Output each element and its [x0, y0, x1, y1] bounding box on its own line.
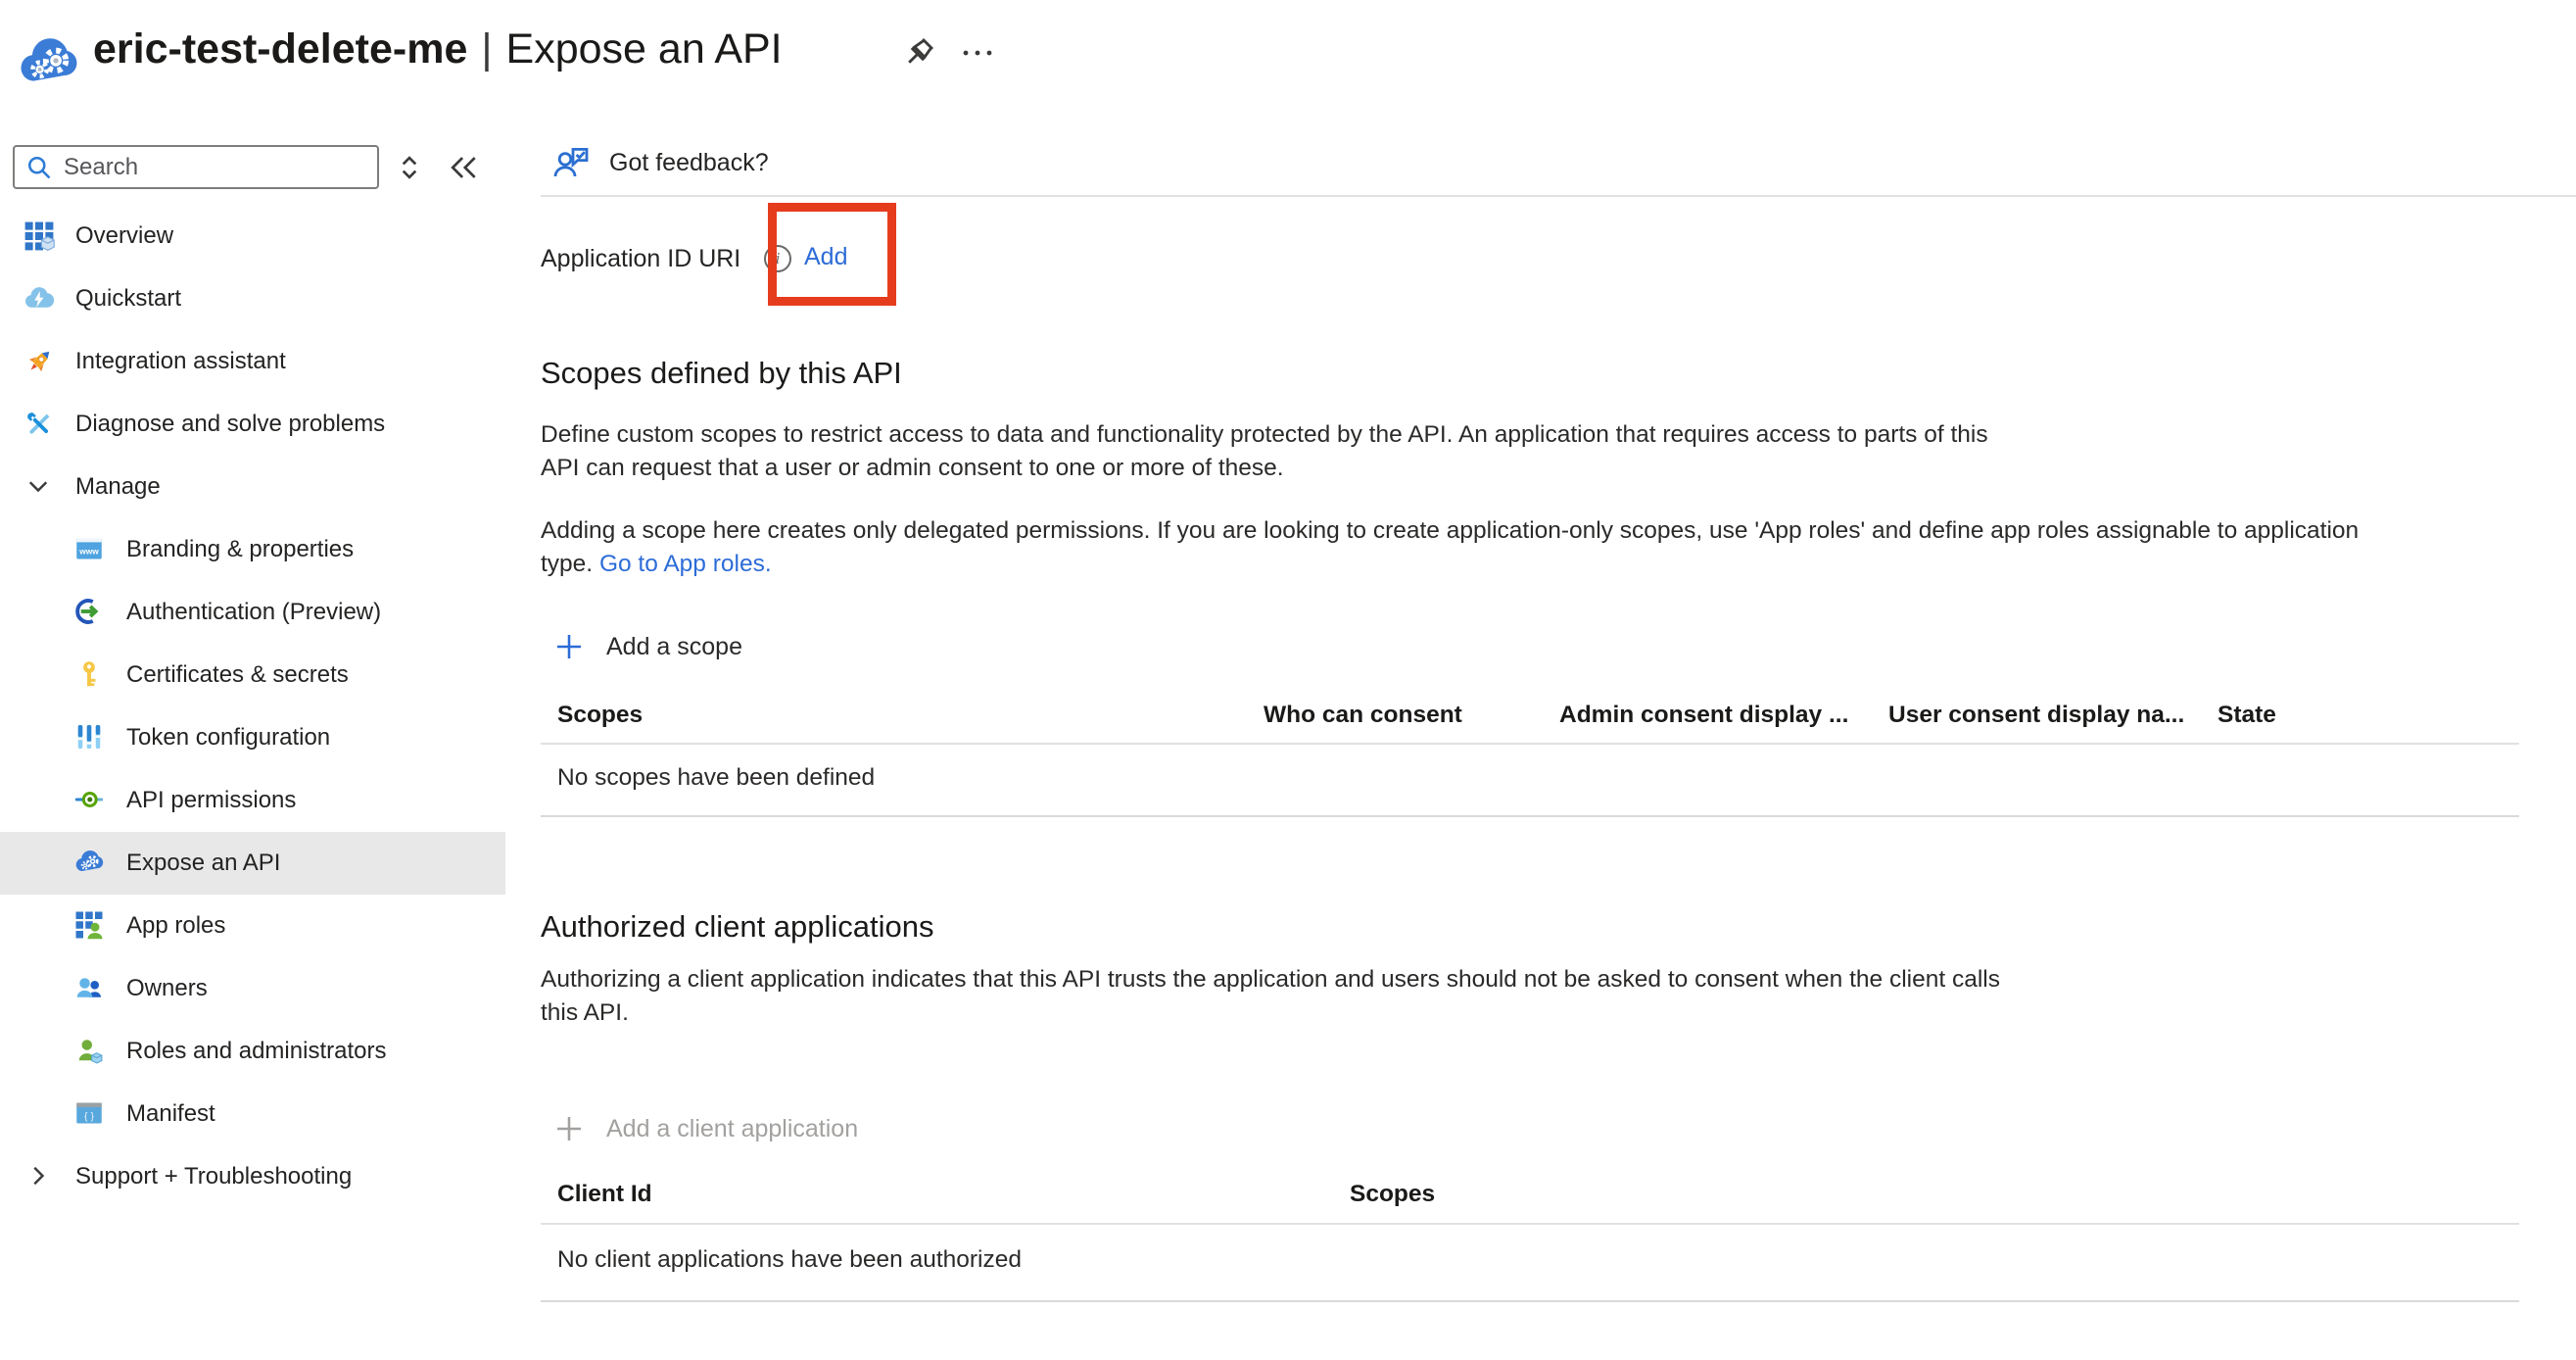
app-roles-icon	[74, 910, 106, 942]
scopes-col-admin-consent: Admin consent display ...	[1559, 702, 1848, 729]
sidebar-item-overview[interactable]: Overview	[0, 205, 505, 267]
sliders-icon	[74, 722, 106, 753]
add-a-scope-button[interactable]: Add a scope	[553, 631, 742, 662]
sidebar-item-roles-administrators[interactable]: Roles and administrators	[0, 1020, 505, 1083]
clients-table-divider	[541, 1223, 2519, 1225]
scopes-description-line1: Define custom scopes to restrict access …	[541, 421, 1988, 449]
svg-text:www: www	[78, 547, 99, 557]
clients-description-line1: Authorizing a client application indicat…	[541, 966, 2000, 994]
plus-icon-disabled	[553, 1113, 585, 1144]
clients-col-scopes: Scopes	[1350, 1181, 1435, 1208]
application-id-uri-label: Application ID URI	[541, 245, 740, 273]
sidebar-item-token-configuration[interactable]: Token configuration	[0, 706, 505, 769]
feedback-icon	[551, 143, 591, 182]
sidebar-item-diagnose[interactable]: Diagnose and solve problems	[0, 393, 505, 456]
svg-text:{ }: { }	[84, 1110, 94, 1122]
scopes-col-state: State	[2218, 702, 2276, 729]
pin-icon[interactable]	[897, 31, 940, 74]
annotation-red-box	[768, 203, 896, 306]
go-to-app-roles-link[interactable]: Go to App roles.	[599, 551, 772, 577]
scopes-col-who-can-consent: Who can consent	[1264, 702, 1462, 729]
clients-description-line2: this API.	[541, 999, 629, 1027]
scopes-section-heading: Scopes defined by this API	[541, 356, 902, 391]
rocket-icon	[24, 346, 55, 377]
sidebar-item-expose-an-api[interactable]: Expose an API	[0, 832, 505, 895]
app-registration-icon	[18, 32, 78, 93]
manifest-icon: { }	[74, 1098, 106, 1130]
clients-col-client-id: Client Id	[557, 1181, 652, 1208]
scopes-table-divider	[541, 743, 2519, 745]
feedback-label: Got feedback?	[609, 149, 769, 177]
tools-icon	[24, 409, 55, 440]
scopes-col-scopes: Scopes	[557, 702, 643, 729]
sidebar-item-owners[interactable]: Owners	[0, 957, 505, 1020]
chevron-down-icon	[24, 471, 55, 503]
toolbar-divider	[541, 195, 2576, 197]
sidebar-item-api-permissions[interactable]: API permissions	[0, 769, 505, 832]
api-permissions-icon	[74, 785, 106, 816]
search-input[interactable]	[13, 145, 379, 189]
plus-icon	[553, 631, 585, 662]
got-feedback-button[interactable]: Got feedback?	[551, 143, 769, 182]
scopes-col-user-consent: User consent display na...	[1888, 702, 2184, 729]
key-icon	[74, 659, 106, 691]
scopes-note-line1: Adding a scope here creates only delegat…	[541, 517, 2359, 545]
collapse-sidebar-icon[interactable]	[446, 150, 481, 185]
sidebar-group-manage[interactable]: Manage	[0, 456, 505, 518]
sidebar-nav: Overview Quickstart	[0, 205, 505, 1208]
sidebar-item-quickstart[interactable]: Quickstart	[0, 267, 505, 330]
sidebar-item-manifest[interactable]: { } Manifest	[0, 1083, 505, 1145]
sidebar-group-support[interactable]: Support + Troubleshooting	[0, 1145, 505, 1208]
search-icon	[24, 153, 54, 182]
page-title: eric-test-delete-me|Expose an API	[93, 25, 783, 73]
expose-api-icon	[74, 848, 106, 879]
sidebar-item-certificates[interactable]: Certificates & secrets	[0, 644, 505, 706]
overview-icon	[24, 220, 55, 252]
sidebar-item-integration-assistant[interactable]: Integration assistant	[0, 330, 505, 393]
branding-icon: www	[74, 534, 106, 565]
scopes-description-line2: API can request that a user or admin con…	[541, 455, 1284, 482]
sidebar-item-authentication[interactable]: Authentication (Preview)	[0, 581, 505, 644]
app-name: eric-test-delete-me	[93, 25, 467, 73]
clients-table-bottom-divider	[541, 1300, 2519, 1302]
expand-collapse-icon[interactable]	[392, 150, 427, 185]
roles-admins-icon	[74, 1036, 106, 1067]
authentication-icon	[74, 597, 106, 628]
sidebar-item-branding[interactable]: www Branding & properties	[0, 518, 505, 581]
owners-icon	[74, 973, 106, 1004]
scopes-empty-row: No scopes have been defined	[557, 764, 875, 792]
sidebar-item-app-roles[interactable]: App roles	[0, 895, 505, 957]
more-options-icon[interactable]	[958, 35, 997, 71]
scopes-note-line2: type. Go to App roles.	[541, 551, 772, 578]
search-field[interactable]	[64, 154, 358, 181]
blade-name: Expose an API	[506, 25, 783, 73]
clients-section-heading: Authorized client applications	[541, 909, 934, 945]
chevron-right-icon	[24, 1161, 55, 1192]
clients-empty-row: No client applications have been authori…	[557, 1246, 1022, 1274]
sidebar: Overview Quickstart	[0, 125, 505, 1360]
scopes-table-bottom-divider	[541, 815, 2519, 817]
quickstart-icon	[24, 283, 55, 315]
add-a-client-application-button[interactable]: Add a client application	[553, 1113, 858, 1144]
